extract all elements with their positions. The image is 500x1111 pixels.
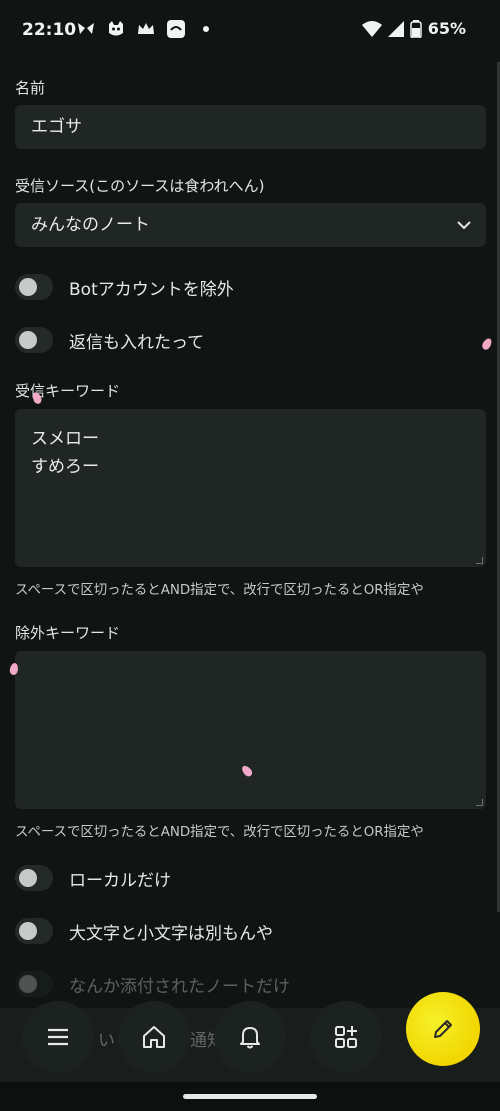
name-input-value: エゴサ: [31, 117, 82, 137]
keywords-line: スメロー: [31, 429, 99, 449]
butterfly-icon: [78, 23, 94, 34]
app-icon: [167, 20, 185, 38]
exclude-keywords-textarea[interactable]: [15, 651, 486, 809]
with-file-label: なんか添付されたノートだけ: [69, 976, 290, 997]
keywords-line: すめろー: [31, 457, 99, 477]
home-button[interactable]: [118, 1001, 190, 1073]
case-sensitive-label: 大文字と小文字は別もんや: [69, 923, 273, 944]
exclude-keywords-hint: スペースで区切ったるとAND指定で、改行で区切ったるとOR指定や: [15, 825, 424, 840]
partial-text: い: [98, 1031, 115, 1051]
exclude-keywords-label: 除外キーワード: [15, 624, 121, 642]
local-only-switch[interactable]: [15, 865, 53, 891]
resize-handle[interactable]: [476, 557, 483, 564]
include-replies-toggle-row[interactable]: 返信も入れたって: [15, 325, 204, 355]
menu-button[interactable]: [22, 1001, 94, 1073]
status-system-icons: 65%: [361, 19, 466, 38]
status-time: 22:10: [22, 20, 77, 40]
chevron-down-icon: [457, 221, 471, 230]
exclude-bots-switch[interactable]: [15, 274, 53, 300]
with-file-toggle-row[interactable]: なんか添付されたノートだけ: [15, 969, 290, 999]
switch-knob: [19, 278, 37, 296]
include-replies-switch[interactable]: [15, 327, 53, 353]
switch-knob: [19, 922, 37, 940]
sakura-petal: [480, 336, 494, 352]
with-file-switch[interactable]: [15, 971, 53, 997]
switch-knob: [19, 975, 37, 993]
home-icon: [143, 1026, 165, 1048]
compose-button[interactable]: [406, 992, 480, 1066]
widgets-button[interactable]: [310, 1001, 382, 1073]
gesture-handle[interactable]: [183, 1094, 317, 1099]
status-notification-icons: [76, 19, 216, 39]
bell-icon: [240, 1027, 260, 1049]
exclude-bots-label: Botアカウントを除外: [69, 279, 234, 300]
battery-icon: [409, 19, 422, 38]
wifi-icon: [361, 20, 382, 37]
source-label: 受信ソース(このソースは食われへん): [15, 177, 265, 195]
source-select-value: みんなのノート: [31, 215, 150, 235]
crown-icon: [138, 23, 154, 34]
include-replies-label: 返信も入れたって: [69, 332, 205, 353]
switch-knob: [19, 331, 37, 349]
hamburger-menu-icon: [48, 1028, 68, 1046]
status-bar: 22:10 65%: [0, 0, 500, 60]
apps-add-icon: [335, 1026, 357, 1048]
local-only-label: ローカルだけ: [69, 870, 171, 891]
keywords-label: 受信キーワード: [15, 382, 121, 400]
resize-handle[interactable]: [476, 799, 483, 806]
case-sensitive-switch[interactable]: [15, 918, 53, 944]
dot-icon: [203, 26, 209, 32]
battery-percentage: 65%: [427, 19, 466, 38]
source-select[interactable]: みんなのノート: [15, 203, 486, 247]
notifications-button[interactable]: [214, 1001, 286, 1073]
keywords-textarea[interactable]: スメロー すめろー: [15, 409, 486, 567]
name-input[interactable]: エゴサ: [15, 105, 486, 149]
local-only-toggle-row[interactable]: ローカルだけ: [15, 863, 171, 893]
name-label: 名前: [15, 79, 46, 97]
cat-face-icon: [109, 21, 123, 36]
switch-knob: [19, 869, 37, 887]
keywords-hint: スペースで区切ったるとAND指定で、改行で区切ったるとOR指定や: [15, 583, 424, 598]
exclude-bots-toggle-row[interactable]: Botアカウントを除外: [15, 272, 234, 302]
case-sensitive-toggle-row[interactable]: 大文字と小文字は別もんや: [15, 916, 273, 946]
pencil-icon: [434, 1020, 452, 1038]
cell-signal-icon: [387, 20, 404, 37]
